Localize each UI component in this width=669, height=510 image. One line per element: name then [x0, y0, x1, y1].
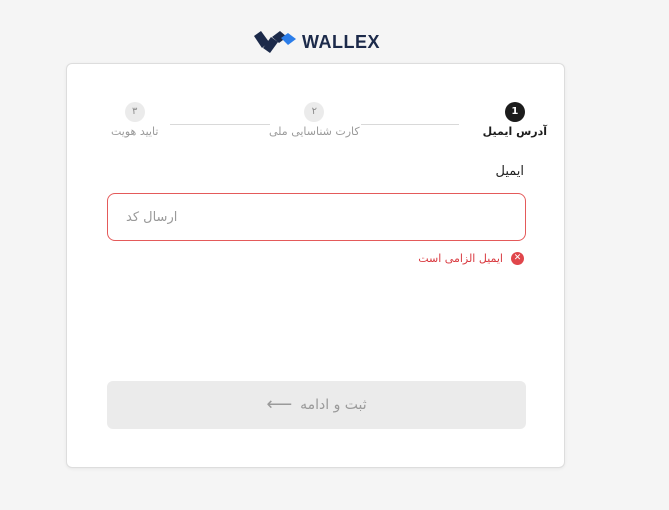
step-number: 1 — [504, 102, 525, 122]
email-field-container — [107, 193, 526, 241]
brand-logo: WALLEX — [254, 29, 384, 55]
step-email: 1 آدرس ایمیل — [483, 102, 547, 138]
email-label: ایمیل — [495, 164, 524, 179]
email-error: ✕ ایمیل الزامی است — [418, 252, 524, 265]
brand-name: WALLEX — [302, 31, 380, 52]
step-label: کارت شناسایی ملی — [269, 125, 360, 138]
step-national-id: ۲ کارت شناسایی ملی — [269, 102, 360, 138]
close-circle-icon: ✕ — [511, 252, 524, 265]
step-label: تایید هویت — [111, 125, 159, 138]
submit-continue-button[interactable]: ثبت و ادامه ⟵ — [107, 381, 526, 429]
wallex-logo-icon — [254, 31, 296, 53]
arrow-left-icon: ⟵ — [266, 394, 293, 415]
step-label: آدرس ایمیل — [482, 125, 547, 138]
step-connector — [361, 124, 459, 125]
error-message: ایمیل الزامی است — [418, 252, 503, 265]
step-identity-verification: ۳ تایید هویت — [111, 102, 158, 138]
step-number: ۲ — [304, 102, 325, 122]
signup-card: 1 آدرس ایمیل ۲ کارت شناسایی ملی ۳ تایید … — [66, 63, 565, 468]
email-input[interactable] — [108, 194, 525, 240]
step-connector — [170, 124, 270, 125]
submit-button-label: ثبت و ادامه — [300, 397, 367, 413]
step-number: ۳ — [124, 102, 145, 122]
stepper: 1 آدرس ایمیل ۲ کارت شناسایی ملی ۳ تایید … — [107, 102, 547, 146]
